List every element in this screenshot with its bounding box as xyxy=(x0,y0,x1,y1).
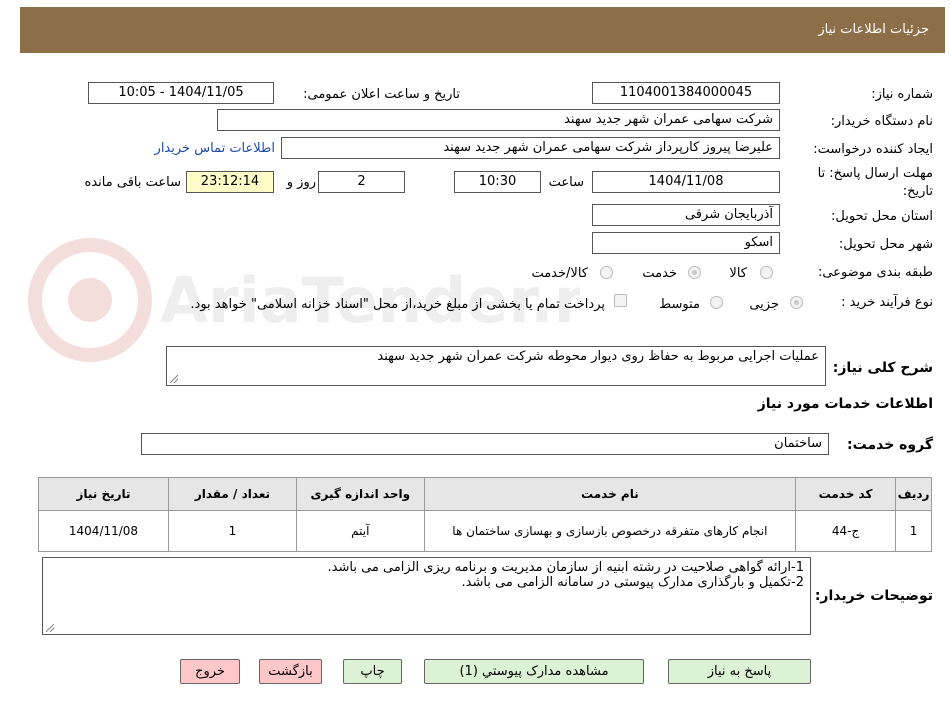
cell-row: 1 xyxy=(895,510,932,552)
treasury-note: پرداخت تمام یا بخشی از مبلغ خرید،از محل … xyxy=(190,297,605,312)
category-label: طبقه بندی موضوعی: xyxy=(817,265,933,280)
category-option-service: خدمت xyxy=(642,266,677,281)
process-label: نوع فرآیند خرید : xyxy=(841,295,933,310)
services-table: ردیف کد خدمت نام خدمت واحد اندازه گیری ت… xyxy=(38,477,932,552)
deadline-time-label: ساعت xyxy=(548,175,584,190)
summary-textarea[interactable]: عملیات اجرایی مربوط به حفاظ روی دیوار مح… xyxy=(166,346,826,386)
col-unit: واحد اندازه گیری xyxy=(295,477,425,511)
view-attachments-button[interactable]: مشاهده مدارک پیوستي (1) xyxy=(424,659,644,684)
category-radio-goods-service[interactable] xyxy=(600,266,613,279)
deadline-label-2: تاریخ: xyxy=(902,184,933,199)
category-option-goods-service: کالا/خدمت xyxy=(531,266,588,281)
province-field[interactable]: آذربایجان شرقی xyxy=(592,204,780,226)
need-number-label: شماره نیاز: xyxy=(871,87,933,102)
remaining-label: ساعت باقی مانده xyxy=(84,175,181,190)
process-option-medium: متوسط xyxy=(659,297,700,312)
city-field[interactable]: اسکو xyxy=(592,232,780,254)
summary-text: عملیات اجرایی مربوط به حفاظ روی دیوار مح… xyxy=(377,349,819,364)
buyer-notes-line-1: 1-ارائه گواهی صلاحیت در رشته ابنیه از سا… xyxy=(327,560,804,575)
requester-label: ایجاد کننده درخواست: xyxy=(813,142,933,157)
back-button[interactable]: بازگشت xyxy=(259,659,322,684)
process-option-minor: جزیی xyxy=(749,297,779,312)
category-option-goods: کالا xyxy=(729,266,747,281)
table-row: 1 ج-44 انجام کارهای متفرقه درخصوص بازساز… xyxy=(38,510,932,552)
resize-grip[interactable] xyxy=(46,624,54,632)
remaining-time-field: 23:12:14 xyxy=(186,171,274,193)
buyer-org-label: نام دستگاه خریدار: xyxy=(830,114,933,129)
deadline-label: مهلت ارسال پاسخ: تا xyxy=(817,166,933,181)
service-group-label: گروه خدمت: xyxy=(847,437,933,453)
need-number-field[interactable]: 1104001384000045 xyxy=(592,82,780,104)
cell-name: انجام کارهای متفرقه درخصوص بازسازی و بهس… xyxy=(423,510,797,552)
exit-button[interactable]: خروج xyxy=(180,659,240,684)
buyer-notes-line-2: 2-تکمیل و بارگذاری مدارک پیوستی در سامان… xyxy=(461,575,805,590)
summary-label: شرح کلی نیاز: xyxy=(832,360,933,376)
deadline-time-field[interactable]: 10:30 xyxy=(454,171,541,193)
print-button[interactable]: چاپ xyxy=(343,659,402,684)
buyer-notes-label: توضیحات خریدار: xyxy=(814,588,933,604)
requester-field[interactable]: علیرضا پیروز کارپرداز شرکت سهامی عمران ش… xyxy=(281,137,780,159)
category-radio-service[interactable] xyxy=(688,266,701,279)
deadline-date-field[interactable]: 1404/11/08 xyxy=(592,171,780,193)
service-group-field[interactable]: ساختمان xyxy=(141,433,829,455)
table-header-row: ردیف کد خدمت نام خدمت واحد اندازه گیری ت… xyxy=(38,477,932,511)
buyer-contact-link[interactable]: اطلاعات تماس خریدار xyxy=(155,141,275,156)
province-label: استان محل تحویل: xyxy=(831,209,933,224)
col-code: کد خدمت xyxy=(795,477,897,511)
services-section-title: اطلاعات خدمات مورد نیاز xyxy=(757,396,933,412)
cell-unit: آیتم xyxy=(295,510,425,552)
page-header: جزئیات اطلاعات نیاز xyxy=(20,7,945,53)
col-name: نام خدمت xyxy=(423,477,797,511)
buyer-notes-textarea[interactable]: 1-ارائه گواهی صلاحیت در رشته ابنیه از سا… xyxy=(42,557,811,635)
page-title: جزئیات اطلاعات نیاز xyxy=(818,22,929,37)
treasury-checkbox[interactable] xyxy=(614,294,627,307)
city-label: شهر محل تحویل: xyxy=(838,237,933,252)
cell-date: 1404/11/08 xyxy=(38,510,169,552)
category-radio-goods[interactable] xyxy=(760,266,773,279)
cell-qty: 1 xyxy=(168,510,297,552)
cell-code: ج-44 xyxy=(795,510,897,552)
reply-button[interactable]: پاسخ به نیاز xyxy=(668,659,811,684)
col-date: تاریخ نیاز xyxy=(38,477,169,511)
announce-field[interactable]: 1404/11/05 - 10:05 xyxy=(88,82,274,104)
process-radio-minor[interactable] xyxy=(790,296,803,309)
process-radio-medium[interactable] xyxy=(710,296,723,309)
announce-label: تاریخ و ساعت اعلان عمومی: xyxy=(303,87,460,102)
days-label: روز و xyxy=(286,175,316,190)
col-row: ردیف xyxy=(895,477,932,511)
days-field[interactable]: 2 xyxy=(318,171,405,193)
resize-grip[interactable] xyxy=(170,375,178,383)
col-qty: تعداد / مقدار xyxy=(168,477,297,511)
buyer-org-field[interactable]: شرکت سهامی عمران شهر جدید سهند xyxy=(217,109,780,131)
